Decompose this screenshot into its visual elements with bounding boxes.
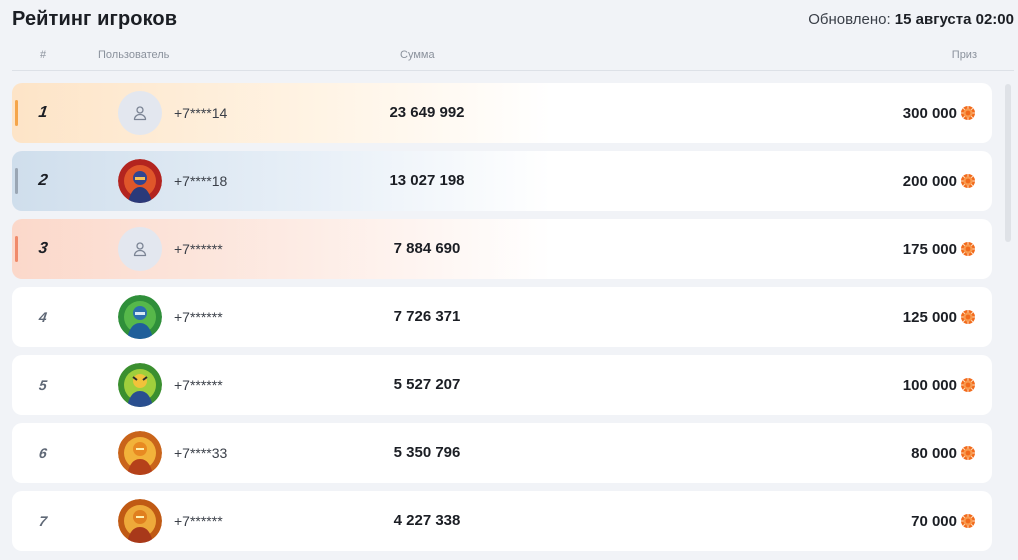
- row-prize: 100 000: [903, 355, 976, 415]
- row-sum: 5 527 207: [393, 376, 461, 393]
- prize-amount: 200 000: [902, 172, 957, 190]
- updated-label: Обновлено:: [808, 10, 891, 28]
- user-phone: +7****14: [174, 105, 228, 121]
- row-sum: 13 027 198: [389, 172, 465, 189]
- row-prize: 125 000: [903, 287, 976, 347]
- table-row: 7 +7****** 4 227 338 70 000: [12, 491, 992, 551]
- rank-accent-bar: [15, 168, 18, 194]
- row-sum: 7 726 371: [393, 308, 461, 325]
- coin-icon: [961, 310, 975, 324]
- hero-avatar: [118, 363, 162, 407]
- user-phone: +7******: [174, 513, 223, 529]
- table-row: 1 +7****14 23 649 992 300 000: [12, 83, 992, 143]
- column-rank: #: [40, 49, 47, 61]
- scrollbar-thumb[interactable]: [1005, 84, 1011, 242]
- prize-amount: 70 000: [911, 512, 957, 530]
- updated-timestamp: Обновлено: 15 августа 02:00: [808, 11, 1014, 28]
- coin-icon: [961, 242, 975, 256]
- user-phone: +7******: [174, 241, 223, 257]
- table-row: 6 +7****33 5 350 796 80 000: [12, 423, 992, 483]
- table-row: 2 +7****18 13 027 198 200 000: [12, 151, 992, 211]
- prize-amount: 125 000: [902, 308, 957, 326]
- column-sum: Сумма: [400, 49, 435, 61]
- rank-number: 1: [37, 104, 49, 121]
- table-header: # Пользователь Сумма Приз: [12, 41, 1014, 71]
- default-user-icon: [118, 227, 162, 271]
- row-prize: 300 000: [903, 83, 976, 143]
- table-row: 3 +7****** 7 884 690 175 000: [12, 219, 992, 279]
- coin-icon: [961, 378, 975, 392]
- row-prize: 175 000: [903, 219, 976, 279]
- user-phone: +7******: [174, 377, 223, 393]
- rank-number: 2: [37, 172, 49, 189]
- table-row: 5 +7****** 5 527 207 100 000: [12, 355, 992, 415]
- prize-amount: 100 000: [902, 376, 957, 394]
- leaderboard-list: 1 +7****14 23 649 992 300 000 2 +7****18…: [12, 83, 992, 559]
- coin-icon: [961, 174, 975, 188]
- user-phone: +7******: [174, 309, 223, 325]
- prize-amount: 300 000: [902, 104, 957, 122]
- row-sum: 5 350 796: [393, 444, 461, 461]
- rank-number: 7: [37, 513, 49, 529]
- coin-icon: [961, 106, 975, 120]
- hero-avatar: [118, 295, 162, 339]
- rank-number: 5: [37, 377, 49, 393]
- row-sum: 23 649 992: [389, 104, 465, 121]
- hero-avatar: [118, 159, 162, 203]
- scrollbar[interactable]: [1005, 84, 1011, 554]
- user-phone: +7****33: [174, 445, 228, 461]
- row-sum: 4 227 338: [393, 512, 461, 529]
- rank-accent-bar: [15, 100, 18, 126]
- row-prize: 80 000: [911, 423, 976, 483]
- rank-accent-bar: [15, 236, 18, 262]
- page-title: Рейтинг игроков: [12, 7, 178, 30]
- rank-number: 6: [37, 445, 49, 461]
- default-user-icon: [118, 91, 162, 135]
- rank-number: 4: [37, 309, 49, 325]
- user-phone: +7****18: [174, 173, 228, 189]
- prize-amount: 175 000: [902, 240, 957, 258]
- table-row: 4 +7****** 7 726 371 125 000: [12, 287, 992, 347]
- row-prize: 200 000: [903, 151, 976, 211]
- column-user: Пользователь: [98, 49, 170, 61]
- row-prize: 70 000: [911, 491, 976, 551]
- prize-amount: 80 000: [911, 444, 957, 462]
- rank-number: 3: [37, 240, 49, 257]
- coin-icon: [961, 446, 975, 460]
- updated-value: 15 августа 02:00: [894, 10, 1014, 28]
- hero-avatar: [118, 431, 162, 475]
- leaderboard-header: Рейтинг игроков Обновлено: 15 августа 02…: [12, 5, 1014, 33]
- column-prize: Приз: [951, 49, 977, 61]
- hero-avatar: [118, 499, 162, 543]
- coin-icon: [961, 514, 975, 528]
- row-sum: 7 884 690: [393, 240, 461, 257]
